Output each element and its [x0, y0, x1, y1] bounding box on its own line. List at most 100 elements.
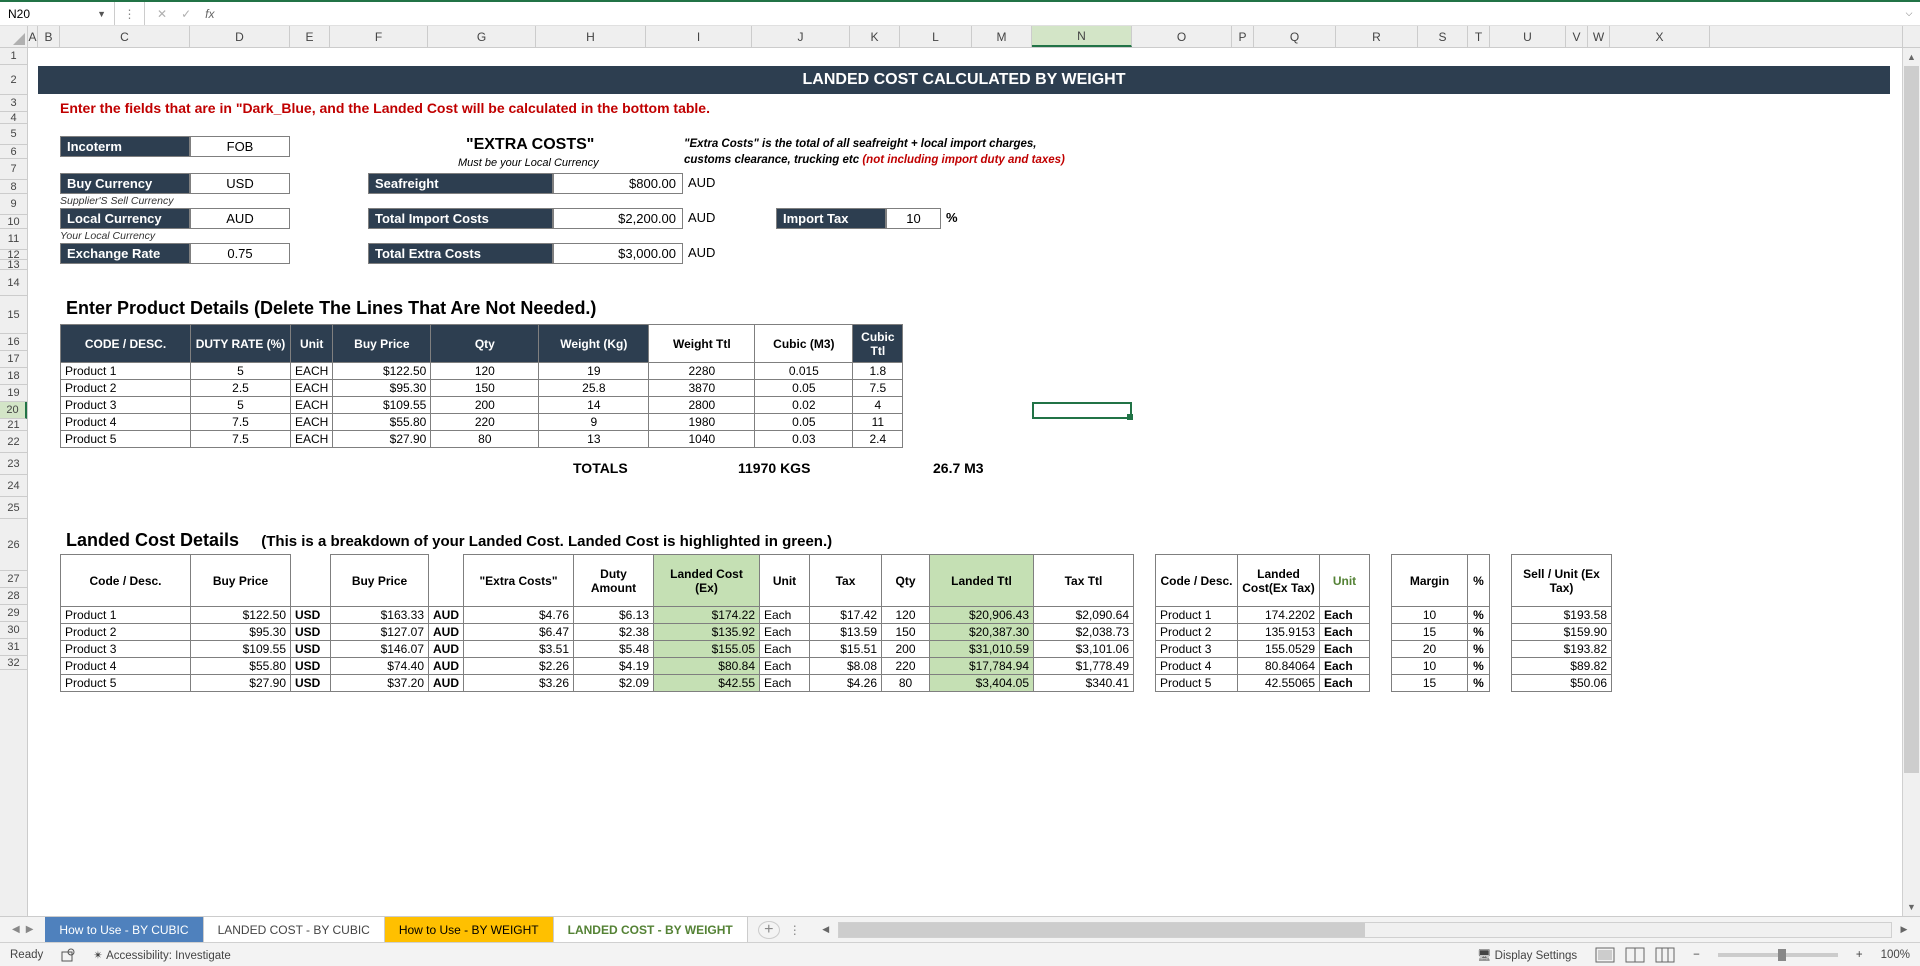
tab-next-icon[interactable]: ▶	[26, 924, 34, 935]
row-header-26[interactable]: 26	[0, 519, 27, 571]
row-header-29[interactable]: 29	[0, 605, 27, 622]
column-header-C[interactable]: C	[60, 26, 190, 47]
row-header-19[interactable]: 19	[0, 385, 27, 402]
add-sheet-button[interactable]: +	[758, 921, 780, 939]
view-page-layout-icon[interactable]	[1625, 947, 1645, 963]
column-header-E[interactable]: E	[290, 26, 330, 47]
row-header-24[interactable]: 24	[0, 475, 27, 497]
row-header-10[interactable]: 10	[0, 215, 27, 229]
sheet-grid[interactable]: LANDED COST CALCULATED BY WEIGHT Enter t…	[28, 48, 1902, 916]
column-header-F[interactable]: F	[330, 26, 428, 47]
row-header-15[interactable]: 15	[0, 296, 27, 334]
row-header-25[interactable]: 25	[0, 497, 27, 519]
expand-formula-bar-icon[interactable]: ⌵	[1898, 8, 1920, 19]
column-header-L[interactable]: L	[900, 26, 972, 47]
row-header-8[interactable]: 8	[0, 180, 27, 194]
vertical-scroll-thumb[interactable]	[1904, 66, 1919, 773]
scroll-right-icon[interactable]: ▶	[1896, 922, 1912, 938]
row-header-13[interactable]: 13	[0, 260, 27, 270]
row-header-9[interactable]: 9	[0, 194, 27, 215]
import-costs-value[interactable]: $2,200.00	[553, 208, 683, 229]
row-header-16[interactable]: 16	[0, 334, 27, 351]
accessibility-icon[interactable]: ✴ Accessibility: Investigate	[93, 948, 230, 962]
column-header-R[interactable]: R	[1336, 26, 1418, 47]
name-box[interactable]: N20 ▼	[0, 2, 115, 25]
vertical-scrollbar[interactable]: ▲ ▼	[1902, 48, 1920, 916]
scroll-left-icon[interactable]: ◀	[818, 922, 834, 938]
row-header-31[interactable]: 31	[0, 639, 27, 656]
column-header-K[interactable]: K	[850, 26, 900, 47]
cancel-formula-icon[interactable]: ✕	[157, 7, 167, 21]
column-header-I[interactable]: I	[646, 26, 752, 47]
column-header-A[interactable]: A	[28, 26, 38, 47]
column-header-P[interactable]: P	[1232, 26, 1254, 47]
zoom-in-button[interactable]: +	[1856, 949, 1863, 961]
column-header-J[interactable]: J	[752, 26, 850, 47]
column-header-U[interactable]: U	[1490, 26, 1566, 47]
row-header-20[interactable]: 20	[0, 402, 27, 419]
row-header-1[interactable]: 1	[0, 48, 27, 65]
sheet-tab[interactable]: How to Use - BY WEIGHT	[385, 917, 554, 942]
column-header-S[interactable]: S	[1418, 26, 1468, 47]
sheet-tab[interactable]: How to Use - BY CUBIC	[45, 917, 203, 942]
enter-formula-icon[interactable]: ✓	[181, 7, 191, 21]
row-header-18[interactable]: 18	[0, 368, 27, 385]
fx-icon[interactable]: fx	[205, 7, 214, 21]
row-header-3[interactable]: 3	[0, 95, 27, 112]
view-page-break-icon[interactable]	[1655, 947, 1675, 963]
row-header-4[interactable]: 4	[0, 112, 27, 124]
seafreight-value[interactable]: $800.00	[553, 173, 683, 194]
buy-currency-value[interactable]: USD	[190, 173, 290, 194]
import-tax-value[interactable]: 10	[886, 208, 941, 229]
zoom-slider[interactable]	[1718, 953, 1838, 957]
column-header-B[interactable]: B	[38, 26, 60, 47]
horizontal-scroll-thumb[interactable]	[839, 923, 1365, 937]
incoterm-value[interactable]: FOB	[190, 136, 290, 157]
tab-prev-icon[interactable]: ◀	[12, 924, 20, 935]
horizontal-scrollbar[interactable]: ◀ ▶	[810, 922, 1920, 938]
view-normal-icon[interactable]	[1595, 947, 1615, 963]
column-header-H[interactable]: H	[536, 26, 646, 47]
zoom-out-button[interactable]: −	[1693, 949, 1700, 961]
row-header-11[interactable]: 11	[0, 229, 27, 250]
row-header-23[interactable]: 23	[0, 453, 27, 475]
zoom-level[interactable]: 100%	[1881, 949, 1910, 961]
row-header-17[interactable]: 17	[0, 351, 27, 368]
buy-currency-sublabel: Supplier'S Sell Currency	[60, 195, 173, 207]
sheet-tab[interactable]: LANDED COST - BY WEIGHT	[554, 917, 748, 942]
scroll-up-icon[interactable]: ▲	[1903, 48, 1920, 66]
column-header-O[interactable]: O	[1132, 26, 1232, 47]
select-all-button[interactable]	[0, 26, 28, 47]
column-header-D[interactable]: D	[190, 26, 290, 47]
column-header-Q[interactable]: Q	[1254, 26, 1336, 47]
import-costs-unit: AUD	[688, 210, 715, 225]
scroll-down-icon[interactable]: ▼	[1903, 898, 1920, 916]
sheet-tab[interactable]: LANDED COST - BY CUBIC	[204, 917, 385, 942]
row-header-14[interactable]: 14	[0, 270, 27, 296]
column-header-G[interactable]: G	[428, 26, 536, 47]
column-header-V[interactable]: V	[1566, 26, 1588, 47]
row-header-5[interactable]: 5	[0, 124, 27, 145]
buy-currency-label: Buy Currency	[60, 173, 190, 194]
exchange-rate-value[interactable]: 0.75	[190, 243, 290, 264]
macro-record-icon[interactable]	[61, 948, 75, 962]
display-settings-button[interactable]: 🖥 Display Settings	[1477, 948, 1577, 962]
row-header-2[interactable]: 2	[0, 65, 27, 95]
column-header-W[interactable]: W	[1588, 26, 1610, 47]
column-header-N[interactable]: N	[1032, 26, 1132, 47]
row-header-32[interactable]: 32	[0, 656, 27, 670]
tab-nav[interactable]: ◀▶	[0, 924, 45, 935]
row-header-22[interactable]: 22	[0, 431, 27, 453]
row-header-27[interactable]: 27	[0, 571, 27, 588]
row-header-7[interactable]: 7	[0, 159, 27, 180]
column-header-T[interactable]: T	[1468, 26, 1490, 47]
local-currency-value[interactable]: AUD	[190, 208, 290, 229]
row-header-30[interactable]: 30	[0, 622, 27, 639]
row-header-6[interactable]: 6	[0, 145, 27, 159]
formula-input[interactable]	[226, 7, 1898, 21]
chevron-down-icon[interactable]: ▼	[97, 9, 106, 19]
row-header-28[interactable]: 28	[0, 588, 27, 605]
row-header-21[interactable]: 21	[0, 419, 27, 431]
column-header-X[interactable]: X	[1610, 26, 1710, 47]
column-header-M[interactable]: M	[972, 26, 1032, 47]
